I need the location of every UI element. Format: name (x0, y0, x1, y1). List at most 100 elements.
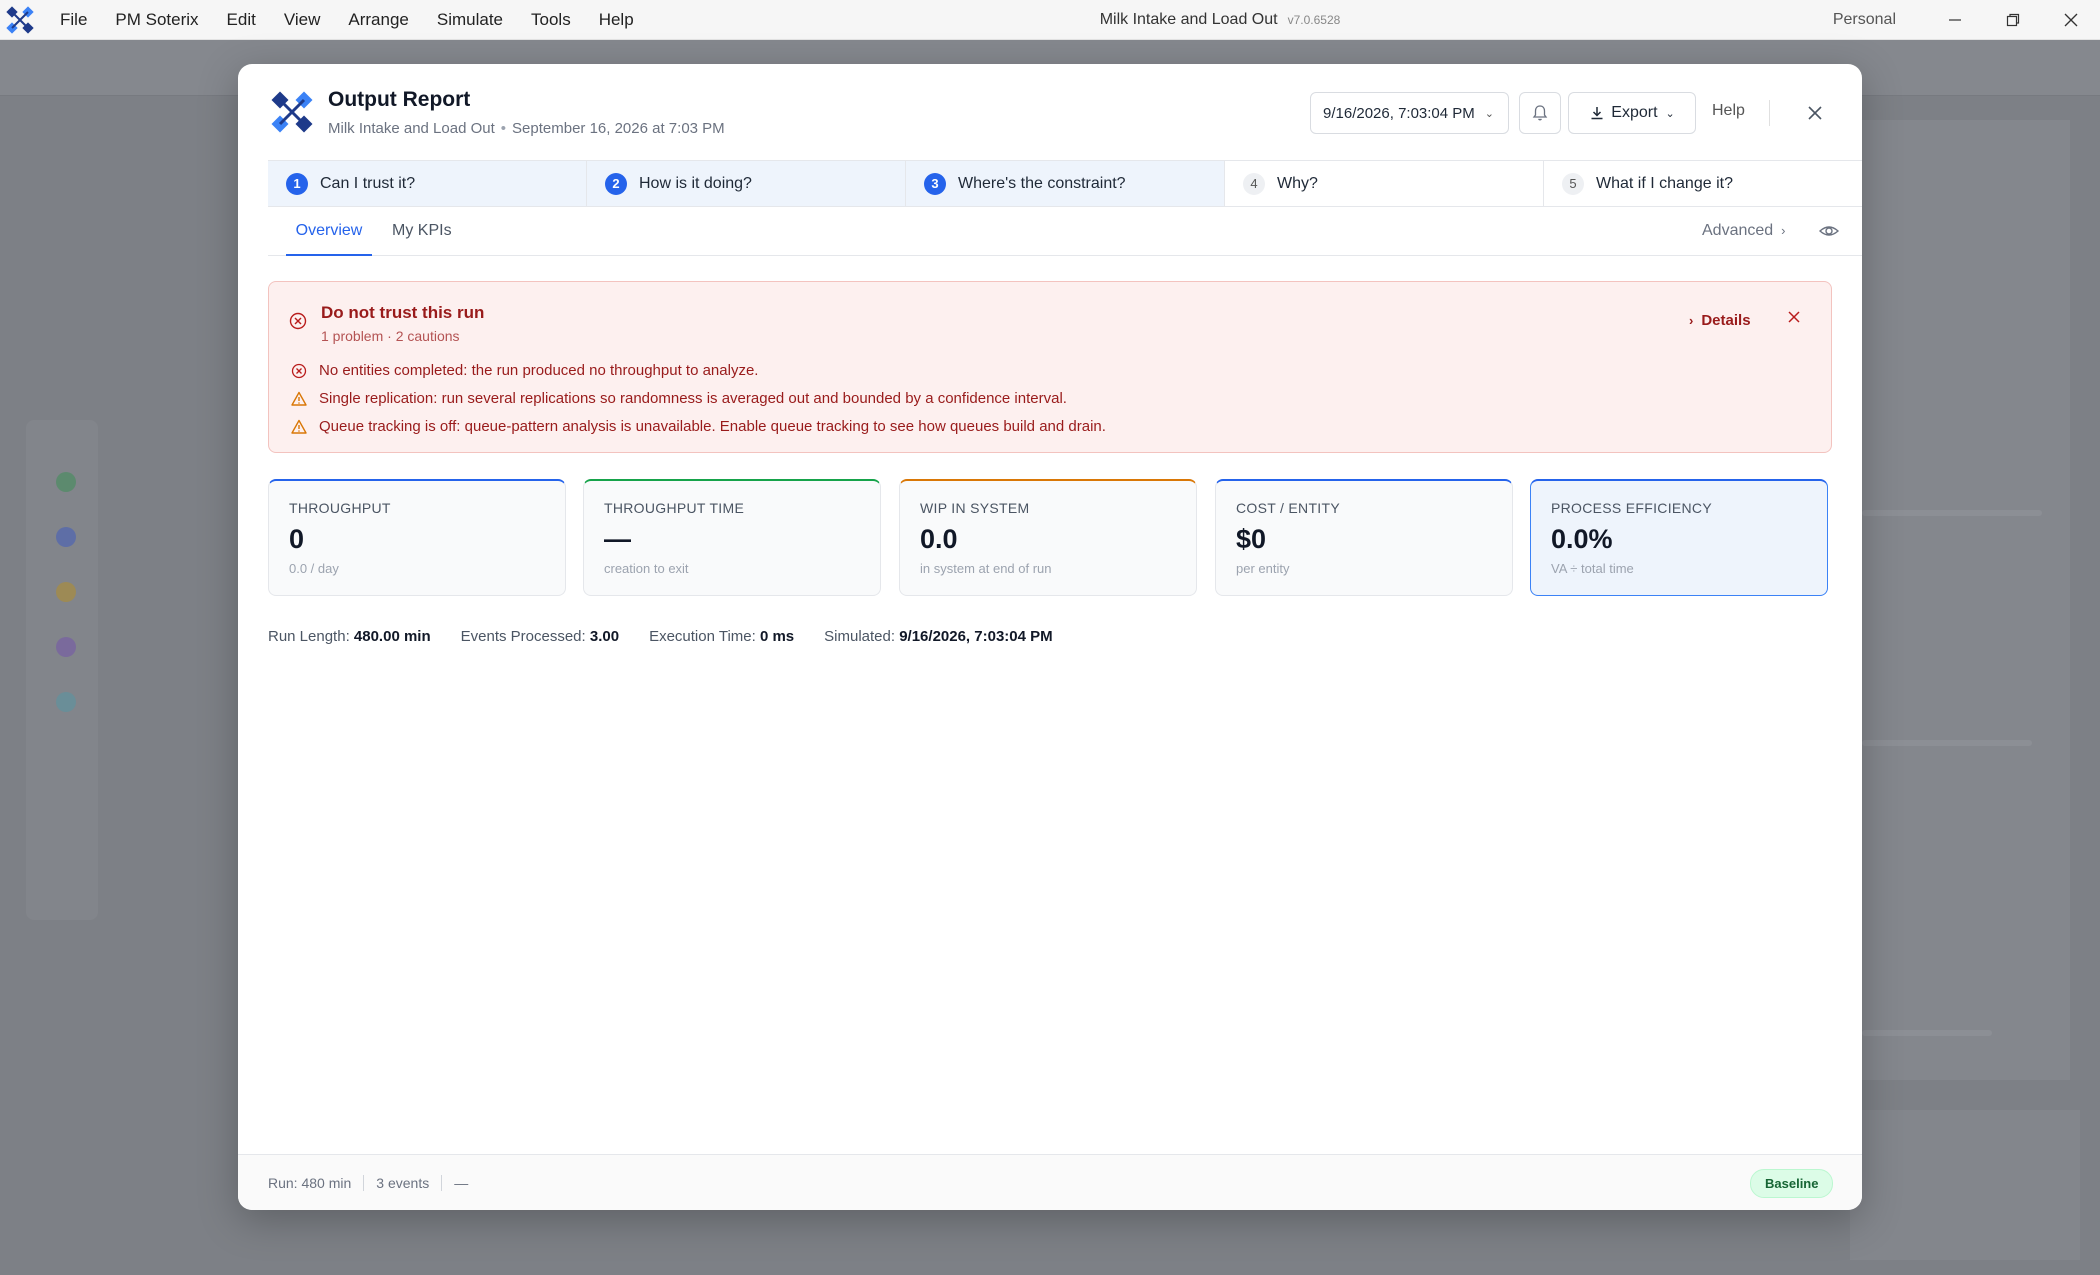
step-number: 1 (286, 172, 308, 195)
report-header: Output Report Milk Intake and Load Out • S… (238, 64, 1862, 160)
maximize-icon[interactable] (1984, 0, 2042, 40)
menu-tools[interactable]: Tools (517, 10, 585, 30)
palette-dot (56, 527, 76, 547)
step-label: Why? (1277, 174, 1318, 192)
warning-triangle-icon (291, 391, 307, 406)
stat-value: 0 ms (759, 628, 795, 645)
footer-summary: Run: 480 min 3 events — (268, 1175, 468, 1191)
step-number: 5 (1562, 172, 1584, 195)
model-name: Milk Intake and Load Out (328, 120, 495, 137)
run-selector-value: 9/16/2026, 7:03:04 PM (1323, 104, 1475, 122)
kpi-card-wip[interactable]: WIP IN SYSTEM 0.0 in system at end of ru… (899, 479, 1197, 596)
kpi-value: 0.0 (920, 524, 958, 554)
details-label: Details (1701, 312, 1751, 329)
background-line (1862, 1030, 1992, 1036)
menu-help[interactable]: Help (585, 10, 648, 30)
kpi-card-cost[interactable]: COST / ENTITY $0 per entity (1215, 479, 1513, 596)
close-report-button[interactable] (1798, 96, 1832, 130)
issue-text: Single replication: run several replicat… (319, 390, 1067, 407)
stat-value: 3.00 (589, 628, 620, 645)
background-properties-panel (1850, 120, 2070, 1080)
window-title-text: Milk Intake and Load Out (1099, 11, 1278, 28)
advanced-label: Advanced (1702, 222, 1774, 239)
dismiss-alert-button[interactable] (1787, 310, 1801, 329)
stat-label: Run Length: (268, 628, 350, 645)
menu-file[interactable]: File (46, 10, 101, 30)
baseline-badge: Baseline (1750, 1169, 1834, 1198)
help-link[interactable]: Help (1712, 102, 1745, 120)
menu-arrange[interactable]: Arrange (334, 10, 422, 30)
menu-simulate[interactable]: Simulate (423, 10, 517, 30)
run-statistics: Run Length: 480.00 min Events Processed:… (268, 628, 1083, 645)
profile-label[interactable]: Personal (1833, 11, 1896, 29)
simulated-stat: Simulated: 9/16/2026, 7:03:04 PM (824, 628, 1052, 645)
footer-divider (363, 1175, 365, 1191)
report-subtitle: Milk Intake and Load Out • September 16, 2… (328, 120, 725, 137)
alert-summary: 1 problem · 2 cautions (321, 328, 460, 344)
chevron-right-icon: › (1781, 223, 1786, 238)
step-trust[interactable]: 1 Can I trust it? (268, 161, 587, 206)
warning-triangle-icon (291, 419, 307, 434)
footer-divider (441, 1175, 443, 1191)
issue-text: Queue tracking is off: queue-pattern ana… (319, 418, 1106, 435)
step-number: 2 (605, 172, 627, 195)
advanced-link[interactable]: Advanced › (1702, 207, 1786, 255)
palette-dot (56, 472, 76, 492)
footer-events: 3 events (376, 1175, 430, 1191)
kpi-value: — (604, 524, 631, 554)
kpi-card-throughput-time[interactable]: THROUGHPUT TIME — creation to exit (583, 479, 881, 596)
palette-dot (56, 582, 76, 602)
issue-item: Single replication: run several replicat… (291, 390, 1067, 407)
kpi-label: PROCESS EFFICIENCY (1551, 500, 1712, 516)
export-button[interactable]: Export ⌄ (1568, 92, 1696, 134)
execution-time-stat: Execution Time: 0 ms (649, 628, 794, 645)
report-tabs: Overview My KPIs Advanced › (268, 207, 1862, 256)
kpi-card-throughput[interactable]: THROUGHPUT 0 0.0 / day (268, 479, 566, 596)
stat-value: 480.00 min (353, 628, 431, 645)
trust-alert: Do not trust this run 1 problem · 2 caut… (268, 281, 1832, 453)
run-length-stat: Run Length: 480.00 min (268, 628, 431, 645)
step-number: 4 (1243, 172, 1265, 195)
eye-icon[interactable] (1818, 221, 1840, 246)
menu-edit[interactable]: Edit (213, 10, 270, 30)
minimize-icon[interactable] (1926, 0, 1984, 40)
issue-item: Queue tracking is off: queue-pattern ana… (291, 418, 1106, 435)
kpi-subtext: creation to exit (604, 561, 689, 576)
step-performance[interactable]: 2 How is it doing? (587, 161, 906, 206)
background-line (1862, 740, 2032, 746)
palette-dot (56, 637, 76, 657)
chevron-right-icon: › (1689, 313, 1694, 328)
window-close-icon[interactable] (2042, 0, 2100, 40)
tab-my-kpis[interactable]: My KPIs (392, 207, 452, 256)
kpi-label: THROUGHPUT TIME (604, 500, 745, 516)
close-icon (1788, 311, 1800, 323)
download-icon (1591, 107, 1603, 120)
menu-view[interactable]: View (270, 10, 335, 30)
analysis-steps: 1 Can I trust it? 2 How is it doing? 3 W… (268, 160, 1862, 207)
notifications-button[interactable] (1519, 92, 1561, 134)
run-date: September 16, 2026 at 7:03 PM (512, 120, 725, 137)
kpi-card-process-efficiency[interactable]: PROCESS EFFICIENCY 0.0% VA ÷ total time (1530, 479, 1828, 596)
menu-pm-soterix[interactable]: PM Soterix (101, 10, 212, 30)
background-line (1862, 510, 2042, 516)
background-bottom-panel (1850, 1110, 2080, 1260)
chevron-down-icon: ⌄ (1484, 107, 1494, 120)
details-button[interactable]: › Details (1689, 312, 1751, 329)
palette-dot (56, 692, 76, 712)
kpi-value: 0 (289, 524, 305, 554)
kpi-subtext: per entity (1236, 561, 1290, 576)
app-logo-icon[interactable] (0, 0, 40, 40)
step-why[interactable]: 4 Why? (1225, 161, 1544, 206)
menu-bar: File PM Soterix Edit View Arrange Simula… (46, 10, 648, 30)
version-label: v7.0.6528 (1287, 13, 1341, 27)
step-constraint[interactable]: 3 Where's the constraint? (906, 161, 1225, 206)
kpi-label: THROUGHPUT (289, 500, 391, 516)
export-label: Export (1611, 104, 1658, 121)
footer-run: Run: 480 min (268, 1175, 352, 1191)
tab-overview[interactable]: Overview (286, 207, 372, 256)
kpi-value: $0 (1236, 524, 1267, 554)
separator-dot: • (500, 120, 507, 137)
run-selector-dropdown[interactable]: 9/16/2026, 7:03:04 PM ⌄ (1310, 92, 1509, 134)
kpi-subtext: VA ÷ total time (1551, 561, 1634, 576)
step-what-if[interactable]: 5 What if I change it? (1544, 161, 1862, 206)
